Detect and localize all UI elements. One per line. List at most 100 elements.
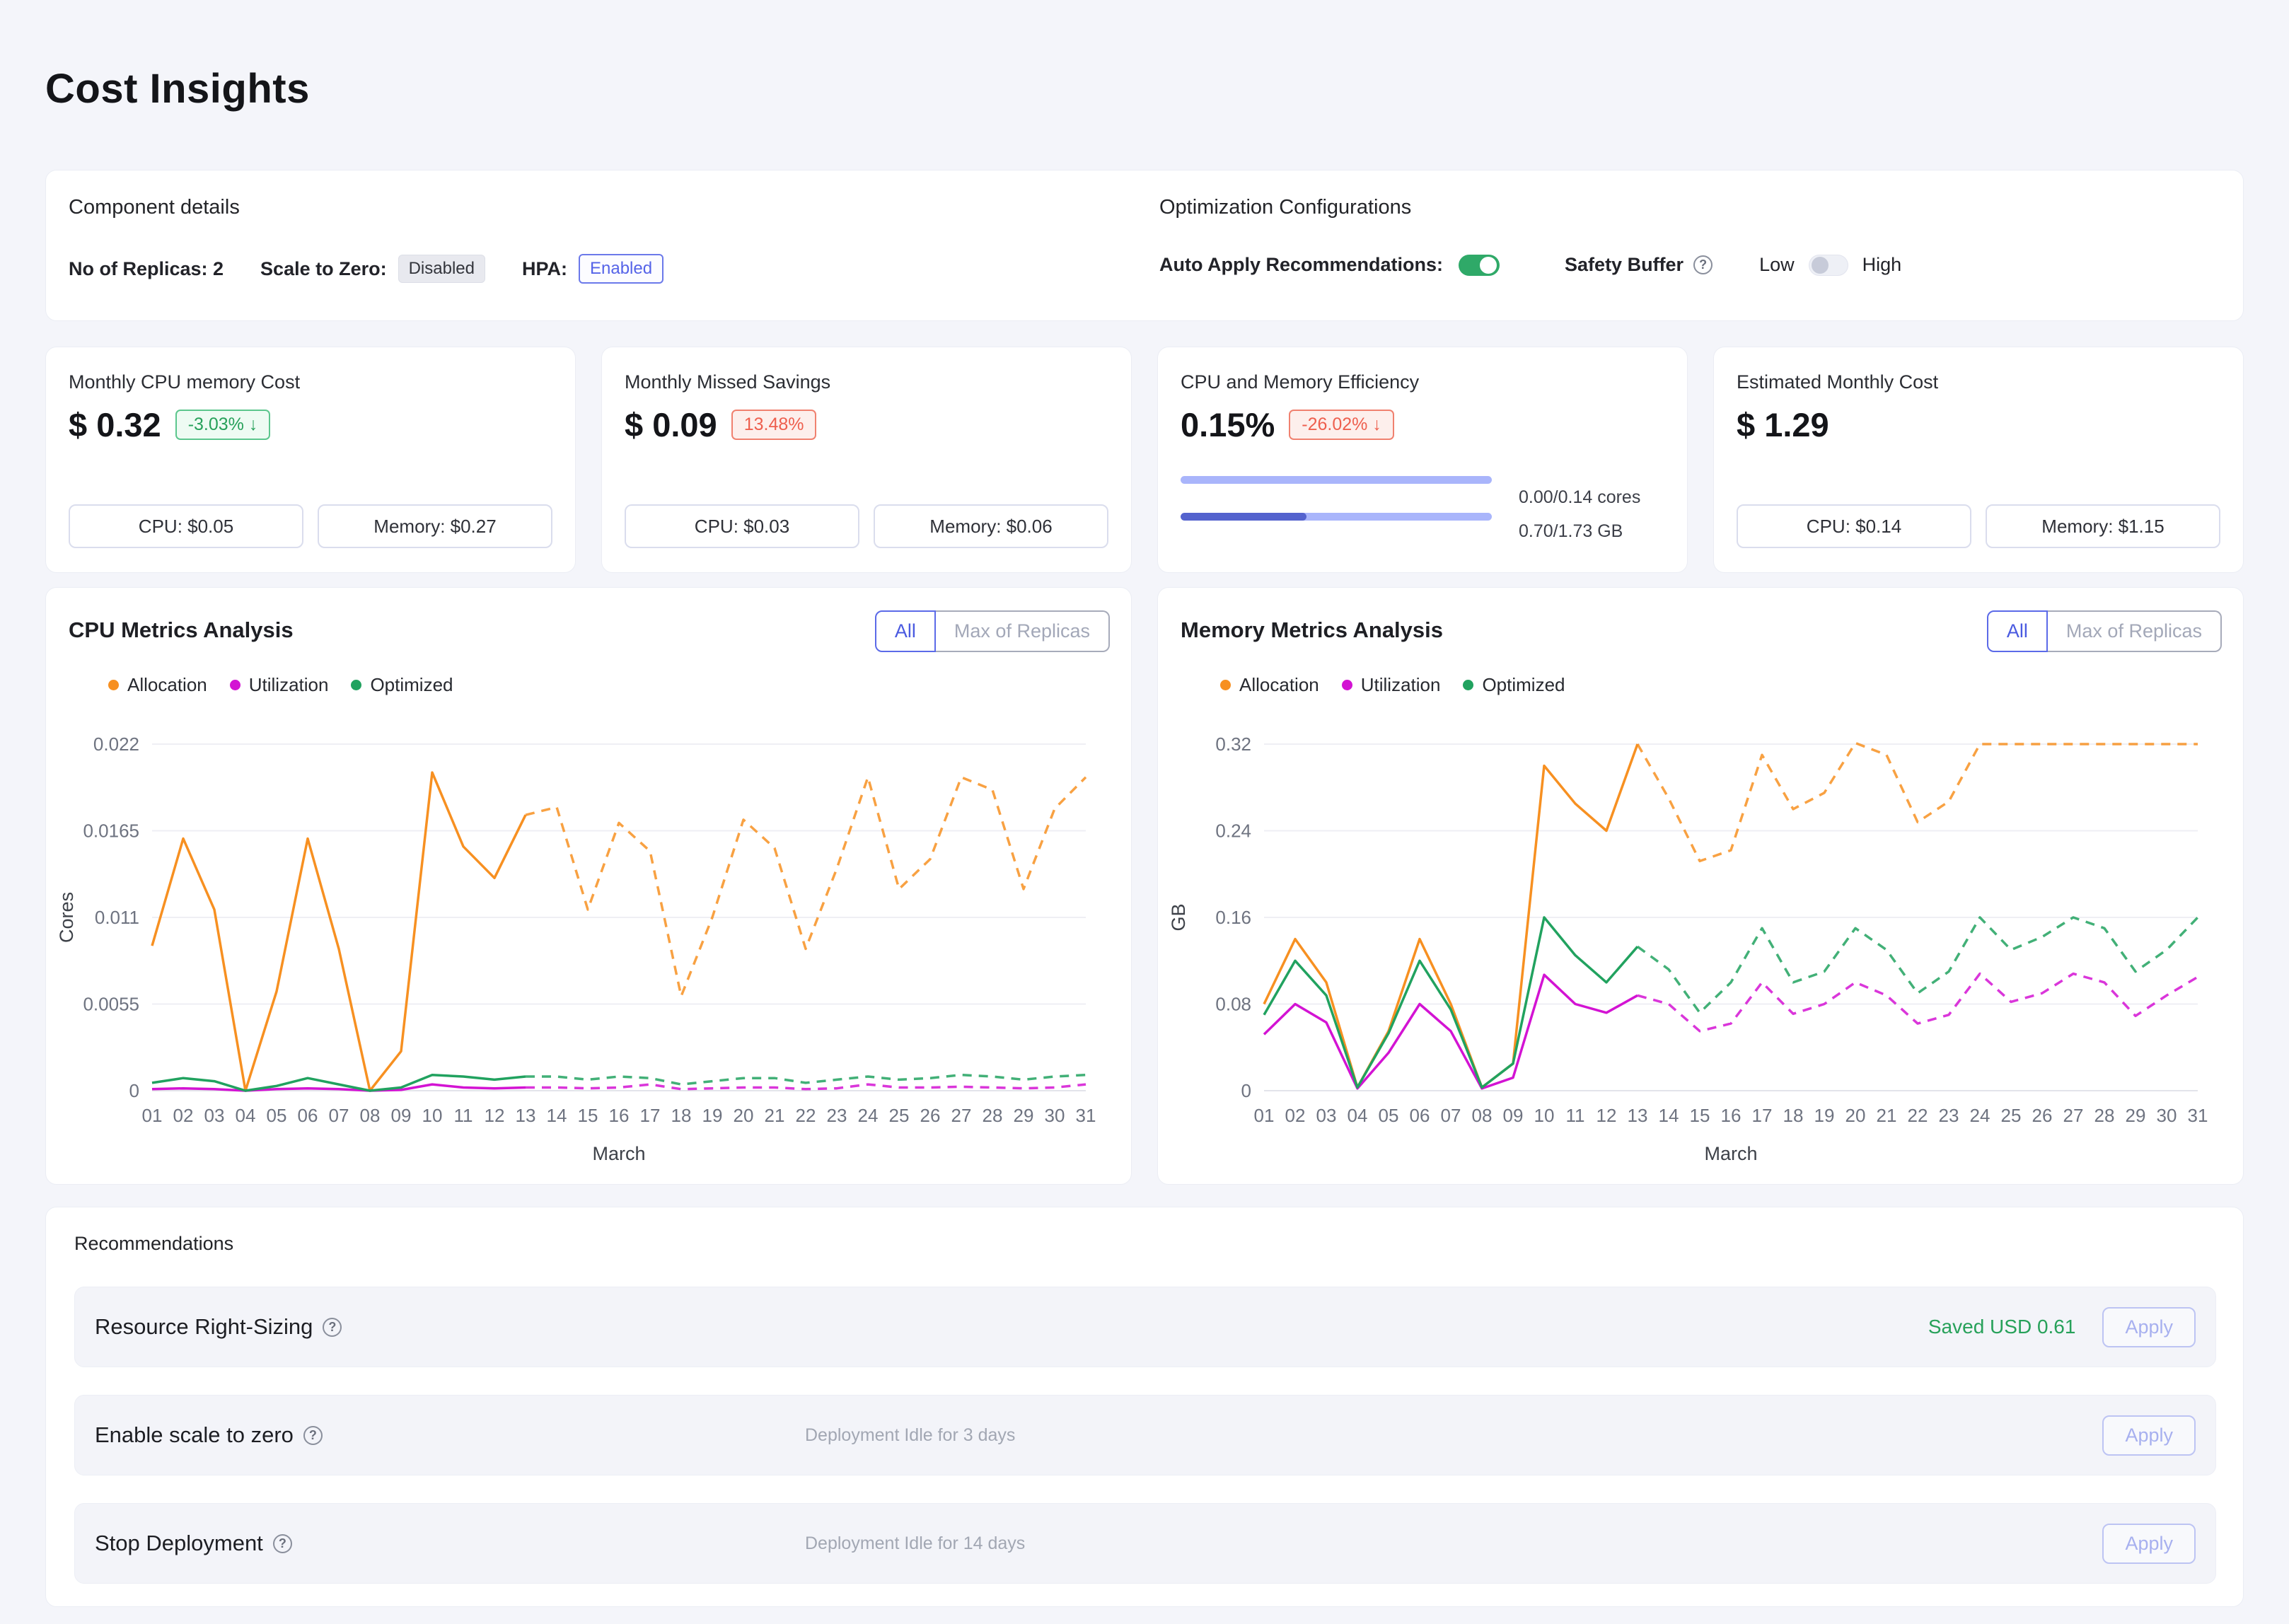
card-title: Monthly Missed Savings xyxy=(625,371,830,393)
apply-button[interactable]: Apply xyxy=(2102,1415,2196,1456)
card-value: $ 0.09 xyxy=(625,405,717,444)
tab-max-of-replicas[interactable]: Max of Replicas xyxy=(936,610,1110,652)
recommendations-card: Recommendations Resource Right-Sizing ? … xyxy=(45,1207,2244,1607)
memory-efficiency-bar xyxy=(1181,513,1492,521)
legend-dot-icon xyxy=(108,680,119,690)
help-icon[interactable]: ? xyxy=(273,1534,292,1553)
svg-text:03: 03 xyxy=(1316,1105,1337,1126)
svg-text:0.022: 0.022 xyxy=(93,733,139,755)
page-title: Cost Insights xyxy=(45,65,310,112)
svg-text:16: 16 xyxy=(609,1105,630,1126)
replicas-count: No of Replicas: 2 xyxy=(69,258,224,280)
svg-text:18: 18 xyxy=(671,1105,692,1126)
svg-text:0.011: 0.011 xyxy=(95,907,139,928)
svg-text:0.24: 0.24 xyxy=(1215,820,1251,842)
svg-text:20: 20 xyxy=(734,1105,754,1126)
card-title: Monthly CPU memory Cost xyxy=(69,371,300,393)
svg-text:04: 04 xyxy=(1348,1105,1368,1126)
chart-title: Memory Metrics Analysis xyxy=(1181,617,1443,643)
svg-text:22: 22 xyxy=(796,1105,816,1126)
cpu-metrics-chart: 00.00550.0110.01650.02201020304050607080… xyxy=(53,726,1114,1165)
safety-high-label: High xyxy=(1862,254,1902,276)
recommendation-row-resource-right-sizing: Resource Right-Sizing ? Saved USD 0.61 A… xyxy=(74,1287,2216,1367)
memory-efficiency-fill xyxy=(1181,513,1306,521)
legend-item-optimized[interactable]: Optimized xyxy=(1463,674,1565,696)
cpu-cost-pill[interactable]: CPU: $0.14 xyxy=(1737,504,1971,548)
svg-text:30: 30 xyxy=(1045,1105,1065,1126)
cpu-cost-pill[interactable]: CPU: $0.03 xyxy=(625,504,859,548)
card-title: CPU and Memory Efficiency xyxy=(1181,371,1419,393)
recommendation-label: Resource Right-Sizing xyxy=(95,1314,313,1340)
svg-text:08: 08 xyxy=(1472,1105,1493,1126)
svg-text:16: 16 xyxy=(1721,1105,1742,1126)
svg-text:23: 23 xyxy=(827,1105,847,1126)
chart-legend: Allocation Utilization Optimized xyxy=(108,674,453,696)
legend-item-allocation[interactable]: Allocation xyxy=(1220,674,1319,696)
svg-text:0.32: 0.32 xyxy=(1215,733,1251,755)
legend-label: Utilization xyxy=(1361,674,1441,696)
cpu-metrics-card: CPU Metrics Analysis All Max of Replicas… xyxy=(45,587,1132,1185)
svg-text:11: 11 xyxy=(454,1105,473,1126)
cost-insights-page: Cost Insights Component details No of Re… xyxy=(0,0,2289,1624)
hpa-badge: Enabled xyxy=(579,254,663,284)
apply-button[interactable]: Apply xyxy=(2102,1307,2196,1347)
legend-label: Utilization xyxy=(249,674,329,696)
tab-all[interactable]: All xyxy=(875,610,936,652)
svg-text:27: 27 xyxy=(2063,1105,2084,1126)
safety-buffer-help-icon[interactable]: ? xyxy=(1693,255,1713,274)
recommendation-row-stop-deployment: Stop Deployment ? Deployment Idle for 14… xyxy=(74,1503,2216,1584)
svg-text:02: 02 xyxy=(173,1105,194,1126)
legend-label: Optimized xyxy=(1482,674,1565,696)
svg-text:14: 14 xyxy=(547,1105,567,1126)
svg-text:09: 09 xyxy=(1503,1105,1524,1126)
memory-cost-pill[interactable]: Memory: $0.27 xyxy=(318,504,552,548)
legend-item-optimized[interactable]: Optimized xyxy=(351,674,453,696)
legend-label: Optimized xyxy=(370,674,453,696)
tab-max-of-replicas[interactable]: Max of Replicas xyxy=(2048,610,2222,652)
cpu-cost-pill[interactable]: CPU: $0.05 xyxy=(69,504,303,548)
idle-note: Deployment Idle for 3 days xyxy=(805,1425,1015,1446)
legend-dot-icon xyxy=(351,680,361,690)
svg-text:21: 21 xyxy=(1877,1105,1897,1126)
tab-all[interactable]: All xyxy=(1987,610,2048,652)
legend-item-utilization[interactable]: Utilization xyxy=(230,674,329,696)
cpu-efficiency-label: 0.00/0.14 cores xyxy=(1519,487,1640,508)
svg-text:08: 08 xyxy=(360,1105,381,1126)
help-icon[interactable]: ? xyxy=(303,1426,323,1445)
safety-buffer-toggle[interactable] xyxy=(1809,255,1848,276)
chart-title: CPU Metrics Analysis xyxy=(69,617,294,643)
svg-text:0: 0 xyxy=(1241,1080,1251,1101)
optimization-config-title: Optimization Configurations xyxy=(1159,196,1411,219)
svg-text:15: 15 xyxy=(1690,1105,1710,1126)
component-details-section: Component details No of Replicas: 2 Scal… xyxy=(69,196,240,219)
estimated-monthly-cost-card: Estimated Monthly Cost $ 1.29 CPU: $0.14… xyxy=(1713,347,2244,573)
svg-text:04: 04 xyxy=(236,1105,256,1126)
idle-note: Deployment Idle for 14 days xyxy=(805,1533,1025,1554)
svg-text:31: 31 xyxy=(1076,1105,1096,1126)
safety-buffer-label: Safety Buffer xyxy=(1565,254,1684,276)
svg-text:26: 26 xyxy=(920,1105,941,1126)
svg-text:25: 25 xyxy=(2001,1105,2022,1126)
memory-cost-pill[interactable]: Memory: $1.15 xyxy=(1986,504,2220,548)
svg-text:10: 10 xyxy=(1534,1105,1555,1126)
legend-item-allocation[interactable]: Allocation xyxy=(108,674,207,696)
auto-apply-toggle[interactable] xyxy=(1459,255,1500,276)
monthly-missed-savings-card: Monthly Missed Savings $ 0.09 13.48% CPU… xyxy=(601,347,1132,573)
legend-item-utilization[interactable]: Utilization xyxy=(1342,674,1441,696)
svg-text:24: 24 xyxy=(858,1105,879,1126)
memory-cost-pill[interactable]: Memory: $0.06 xyxy=(874,504,1108,548)
svg-text:29: 29 xyxy=(2126,1105,2146,1126)
svg-text:18: 18 xyxy=(1783,1105,1804,1126)
help-icon[interactable]: ? xyxy=(323,1318,342,1337)
svg-text:Cores: Cores xyxy=(56,892,77,943)
recommendation-label: Enable scale to zero xyxy=(95,1422,294,1448)
cpu-efficiency-bar xyxy=(1181,476,1492,484)
apply-button[interactable]: Apply xyxy=(2102,1524,2196,1564)
svg-text:01: 01 xyxy=(142,1105,163,1126)
svg-text:02: 02 xyxy=(1285,1105,1306,1126)
svg-text:26: 26 xyxy=(2032,1105,2053,1126)
svg-text:23: 23 xyxy=(1939,1105,1959,1126)
details-config-card: Component details No of Replicas: 2 Scal… xyxy=(45,170,2244,321)
svg-text:05: 05 xyxy=(267,1105,287,1126)
svg-text:12: 12 xyxy=(1596,1105,1617,1126)
